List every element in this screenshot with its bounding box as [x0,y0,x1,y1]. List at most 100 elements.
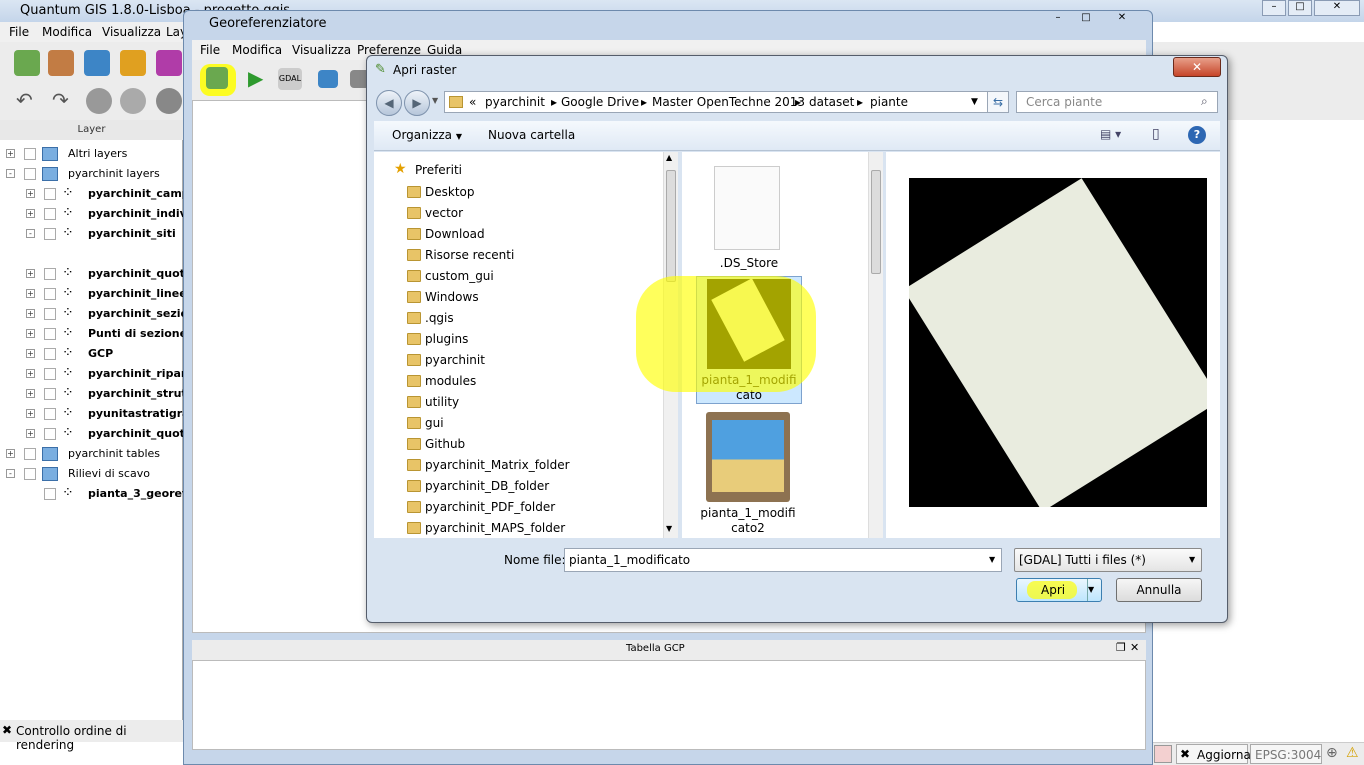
organize-button[interactable]: Organizza ▼ [392,128,462,142]
expand-toggle-icon[interactable]: + [6,149,15,158]
georef-menu-visualizza[interactable]: Visualizza [292,43,351,57]
menu-modifica[interactable]: Modifica [42,25,92,39]
preview-pane-icon[interactable]: ▯ [1152,126,1160,142]
layer-item[interactable]: + ⁘ pyarchinit_struttu [0,384,183,404]
nav-item[interactable]: Github [374,434,664,455]
projection-icon[interactable]: ⊕ [1326,745,1338,761]
file-item[interactable]: pianta_1_modificato [696,276,802,404]
layer-item[interactable]: - pyarchinit layers [0,164,183,184]
expand-toggle-icon[interactable]: + [26,369,35,378]
expand-toggle-icon[interactable]: + [26,349,35,358]
close-button[interactable]: ✕ [1110,12,1134,28]
breadcrumb-item[interactable]: Master OpenTechne 2013 [652,95,805,109]
redo-icon[interactable]: ↷ [52,88,69,112]
nav-item[interactable]: custom_gui [374,266,664,287]
nav-item[interactable]: Risorse recenti [374,245,664,266]
file-item[interactable]: .DS_Store [696,158,802,276]
open-raster-icon[interactable] [206,67,228,89]
layer-checkbox[interactable] [24,168,36,180]
layer-item[interactable]: + ⁘ pyarchinit_linee_r [0,284,183,304]
nav-item[interactable]: Windows [374,287,664,308]
expand-toggle-icon[interactable]: + [26,389,35,398]
expand-toggle-icon[interactable]: + [26,209,35,218]
layer-checkbox[interactable] [44,488,56,500]
minimize-button[interactable]: – [1262,0,1286,16]
add-vector-icon[interactable] [14,50,40,76]
file-item[interactable]: pianta_1_modificato2 [696,410,802,536]
close-button[interactable]: ✕ [1314,0,1360,16]
nav-item[interactable]: pyarchinit_DB_folder [374,476,664,497]
reshape-icon[interactable] [156,88,182,114]
ring-tool-icon[interactable] [120,88,146,114]
expand-toggle-icon[interactable]: + [26,409,35,418]
chevron-right-icon[interactable]: ▸ [795,95,801,109]
overflow-chevron[interactable]: « [469,95,476,109]
chevron-right-icon[interactable]: ▸ [551,95,557,109]
expand-toggle-icon[interactable]: - [26,229,35,238]
expand-toggle-icon[interactable]: + [26,289,35,298]
layer-checkbox[interactable] [44,268,56,280]
layer-checkbox[interactable] [24,448,36,460]
breadcrumb-item[interactable]: Google Drive [561,95,639,109]
add-raster-icon[interactable] [48,50,74,76]
layer-checkbox[interactable] [44,308,56,320]
expand-toggle-icon[interactable]: + [26,329,35,338]
menu-visualizza[interactable]: Visualizza [102,25,161,39]
nav-item[interactable]: gui [374,413,664,434]
render-order-label[interactable]: Controllo ordine di rendering [16,724,183,752]
nav-item[interactable]: vector [374,203,664,224]
nav-item[interactable]: Desktop [374,182,664,203]
layer-item[interactable]: + ⁘ pyarchinit_individ [0,204,183,224]
scroll-down-icon[interactable]: ▼ [666,524,672,533]
epsg-button[interactable]: EPSG:3004 [1250,744,1322,764]
file-scrollbar[interactable] [868,152,883,538]
cancel-button[interactable]: Annulla [1116,578,1202,602]
float-icon[interactable]: ❐ [1116,641,1126,654]
layer-item[interactable]: ⁘ pianta_3_georef [0,484,183,504]
layer-item[interactable]: - Rilievi di scavo [0,464,183,484]
nav-item[interactable]: .qgis [374,308,664,329]
view-options-icon[interactable]: ▤ ▾ [1100,127,1121,141]
layer-item[interactable]: + ⁘ pyarchinit_sezioni [0,304,183,324]
forward-button[interactable]: ▶ [404,90,430,116]
layer-checkbox[interactable] [44,408,56,420]
node-tool-icon[interactable] [86,88,112,114]
search-input[interactable]: Cerca piante ⌕ [1016,91,1218,113]
load-gcp-icon[interactable] [318,70,338,88]
georef-menu-file[interactable]: File [200,43,220,57]
maximize-button[interactable]: □ [1074,12,1098,28]
add-postgis-icon[interactable] [84,50,110,76]
favorites-group[interactable]: ★ Preferiti [374,160,664,181]
layer-checkbox[interactable] [44,388,56,400]
refresh-location-button[interactable]: ⇆ [987,91,1009,113]
expand-toggle-icon[interactable]: + [26,429,35,438]
nav-item[interactable]: utility [374,392,664,413]
add-wms-icon[interactable] [156,50,182,76]
dialog-close-button[interactable]: ✕ [1173,57,1221,77]
filename-input[interactable]: pianta_1_modificato ▼ [564,548,1002,572]
layer-item[interactable]: + ⁘ pyarchinit_campio [0,184,183,204]
layer-item[interactable]: + ⁘ pyarchinit_quote_ [0,424,183,444]
render-toggle-icon[interactable] [1154,745,1172,763]
layer-checkbox[interactable] [44,428,56,440]
nav-item[interactable]: pyarchinit [374,350,664,371]
layer-checkbox[interactable] [24,148,36,160]
file-type-select[interactable]: [GDAL] Tutti i files (*) ▼ [1014,548,1202,572]
chevron-down-icon[interactable]: ▼ [971,97,978,107]
undo-icon[interactable]: ↶ [16,88,33,112]
layer-checkbox[interactable] [44,228,56,240]
layer-item[interactable]: + Altri layers [0,144,183,164]
nav-item[interactable]: Download [374,224,664,245]
nav-scrollbar[interactable]: ▲ ▼ [663,152,678,538]
minimize-button[interactable]: – [1046,12,1070,28]
nav-item[interactable]: plugins [374,329,664,350]
layer-checkbox[interactable] [44,328,56,340]
new-folder-button[interactable]: Nuova cartella [488,128,575,142]
open-split-arrow[interactable]: ▼ [1087,579,1094,601]
breadcrumb-item[interactable]: dataset [809,95,854,109]
layer-item[interactable]: + pyarchinit tables [0,444,183,464]
layer-item[interactable]: + ⁘ pyarchinit_ripartiz [0,364,183,384]
close-icon[interactable]: ✕ [1130,641,1139,654]
open-button[interactable]: Apri ▼ [1016,578,1102,602]
layer-checkbox[interactable] [24,468,36,480]
